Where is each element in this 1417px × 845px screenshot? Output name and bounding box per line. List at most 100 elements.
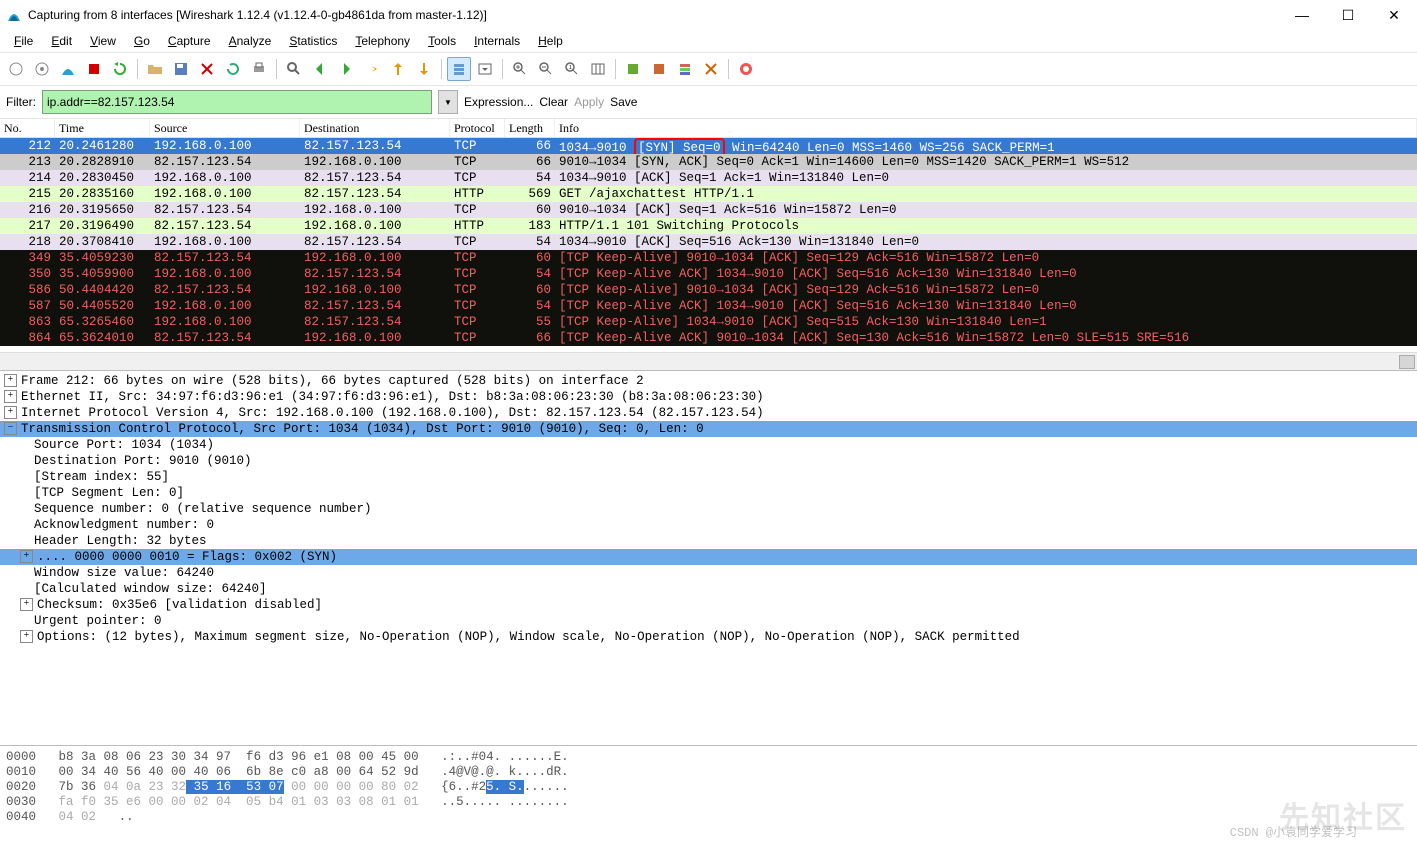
zoom-in-icon[interactable] [508,57,532,81]
detail-line[interactable]: +Internet Protocol Version 4, Src: 192.1… [0,405,1417,421]
detail-line[interactable]: +Options: (12 bytes), Maximum segment si… [0,629,1417,645]
col-source[interactable]: Source [150,119,300,137]
options-icon[interactable] [30,57,54,81]
print-icon[interactable] [247,57,271,81]
expression-button[interactable]: Expression... [464,95,533,109]
menu-capture[interactable]: Capture [160,32,219,50]
hex-line[interactable]: 0020 7b 36 04 0a 23 32 35 16 53 07 00 00… [6,780,1411,795]
detail-line[interactable]: [Stream index: 55] [0,469,1417,485]
packet-row[interactable]: 58650.440442082.157.123.54192.168.0.100T… [0,282,1417,298]
col-time[interactable]: Time [55,119,150,137]
col-protocol[interactable]: Protocol [450,119,505,137]
menu-tools[interactable]: Tools [420,32,464,50]
detail-line[interactable]: Sequence number: 0 (relative sequence nu… [0,501,1417,517]
packet-row[interactable]: 21720.319649082.157.123.54192.168.0.100H… [0,218,1417,234]
detail-line[interactable]: +Frame 212: 66 bytes on wire (528 bits),… [0,373,1417,389]
detail-line[interactable]: [TCP Segment Len: 0] [0,485,1417,501]
expander-icon[interactable]: + [4,374,17,387]
col-info[interactable]: Info [555,119,1417,137]
detail-line[interactable]: Urgent pointer: 0 [0,613,1417,629]
menu-view[interactable]: View [82,32,124,50]
packet-row[interactable]: 34935.405923082.157.123.54192.168.0.100T… [0,250,1417,266]
col-destination[interactable]: Destination [300,119,450,137]
detail-line[interactable]: Header Length: 32 bytes [0,533,1417,549]
packet-row[interactable]: 21320.282891082.157.123.54192.168.0.100T… [0,154,1417,170]
capture-filters-icon[interactable] [621,57,645,81]
col-no[interactable]: No. [0,119,55,137]
packet-row[interactable]: 21520.2835160192.168.0.10082.157.123.54H… [0,186,1417,202]
apply-button[interactable]: Apply [574,95,604,109]
horizontal-scrollbar[interactable] [0,352,1417,370]
save-icon[interactable] [169,57,193,81]
reload-icon[interactable] [221,57,245,81]
expander-icon[interactable]: + [20,550,33,563]
detail-line[interactable]: [Calculated window size: 64240] [0,581,1417,597]
col-length[interactable]: Length [505,119,555,137]
zoom-reset-icon[interactable]: 1 [560,57,584,81]
forward-icon[interactable] [334,57,358,81]
zoom-out-icon[interactable] [534,57,558,81]
packet-row[interactable]: 21420.2830450192.168.0.10082.157.123.54T… [0,170,1417,186]
detail-line[interactable]: Source Port: 1034 (1034) [0,437,1417,453]
restart-icon[interactable] [108,57,132,81]
detail-line[interactable]: +Ethernet II, Src: 34:97:f6:d3:96:e1 (34… [0,389,1417,405]
last-icon[interactable] [412,57,436,81]
hex-line[interactable]: 0000 b8 3a 08 06 23 30 34 97 f6 d3 96 e1… [6,750,1411,765]
interfaces-icon[interactable] [4,57,28,81]
filter-input[interactable] [42,90,432,114]
packet-bytes[interactable]: 先知社区 CSDN @小袁同学爱学习 0000 b8 3a 08 06 23 3… [0,745,1417,842]
minimize-button[interactable]: — [1279,0,1325,30]
expander-icon[interactable]: + [20,598,33,611]
packet-row[interactable]: 35035.4059900192.168.0.10082.157.123.54T… [0,266,1417,282]
save-button[interactable]: Save [610,95,637,109]
close-file-icon[interactable] [195,57,219,81]
display-filters-icon[interactable] [647,57,671,81]
menu-edit[interactable]: Edit [43,32,80,50]
first-icon[interactable] [386,57,410,81]
packet-list[interactable]: 21220.2461280192.168.0.10082.157.123.54T… [0,138,1417,352]
detail-line[interactable]: −Transmission Control Protocol, Src Port… [0,421,1417,437]
back-icon[interactable] [308,57,332,81]
expander-icon[interactable]: + [4,390,17,403]
colorize-icon[interactable] [447,57,471,81]
packet-row[interactable]: 86465.362401082.157.123.54192.168.0.100T… [0,330,1417,346]
expander-icon[interactable]: − [4,422,17,435]
packet-row[interactable]: 21620.319565082.157.123.54192.168.0.100T… [0,202,1417,218]
expander-icon[interactable]: + [20,630,33,643]
detail-line[interactable]: +Checksum: 0x35e6 [validation disabled] [0,597,1417,613]
detail-line[interactable]: Window size value: 64240 [0,565,1417,581]
menu-analyze[interactable]: Analyze [221,32,280,50]
coloring-rules-icon[interactable] [673,57,697,81]
detail-line[interactable]: +.... 0000 0000 0010 = Flags: 0x002 (SYN… [0,549,1417,565]
hex-line[interactable]: 0010 00 34 40 56 40 00 40 06 6b 8e c0 a8… [6,765,1411,780]
menu-file[interactable]: File [6,32,41,50]
maximize-button[interactable]: ☐ [1325,0,1371,30]
menu-internals[interactable]: Internals [466,32,528,50]
stop-icon[interactable] [82,57,106,81]
open-icon[interactable] [143,57,167,81]
packet-row[interactable]: 21220.2461280192.168.0.10082.157.123.54T… [0,138,1417,154]
autoscroll-icon[interactable] [473,57,497,81]
goto-icon[interactable] [360,57,384,81]
start-icon[interactable] [56,57,80,81]
close-button[interactable]: ✕ [1371,0,1417,30]
clear-button[interactable]: Clear [539,95,568,109]
resize-cols-icon[interactable] [586,57,610,81]
menu-telephony[interactable]: Telephony [347,32,418,50]
packet-row[interactable]: 86365.3265460192.168.0.10082.157.123.54T… [0,314,1417,330]
packet-row[interactable]: 21820.3708410192.168.0.10082.157.123.54T… [0,234,1417,250]
preferences-icon[interactable] [699,57,723,81]
menu-statistics[interactable]: Statistics [281,32,345,50]
filter-dropdown[interactable]: ▼ [438,90,458,114]
detail-line[interactable]: Acknowledgment number: 0 [0,517,1417,533]
expander-icon[interactable]: + [4,406,17,419]
hex-line[interactable]: 0030 fa f0 35 e6 00 00 02 04 05 b4 01 03… [6,795,1411,810]
menu-help[interactable]: Help [530,32,571,50]
menu-go[interactable]: Go [126,32,158,50]
packet-row[interactable]: 58750.4405520192.168.0.10082.157.123.54T… [0,298,1417,314]
find-icon[interactable] [282,57,306,81]
packet-details[interactable]: +Frame 212: 66 bytes on wire (528 bits),… [0,370,1417,745]
help-icon[interactable] [734,57,758,81]
detail-line[interactable]: Destination Port: 9010 (9010) [0,453,1417,469]
hex-line[interactable]: 0040 04 02 .. [6,810,1411,825]
